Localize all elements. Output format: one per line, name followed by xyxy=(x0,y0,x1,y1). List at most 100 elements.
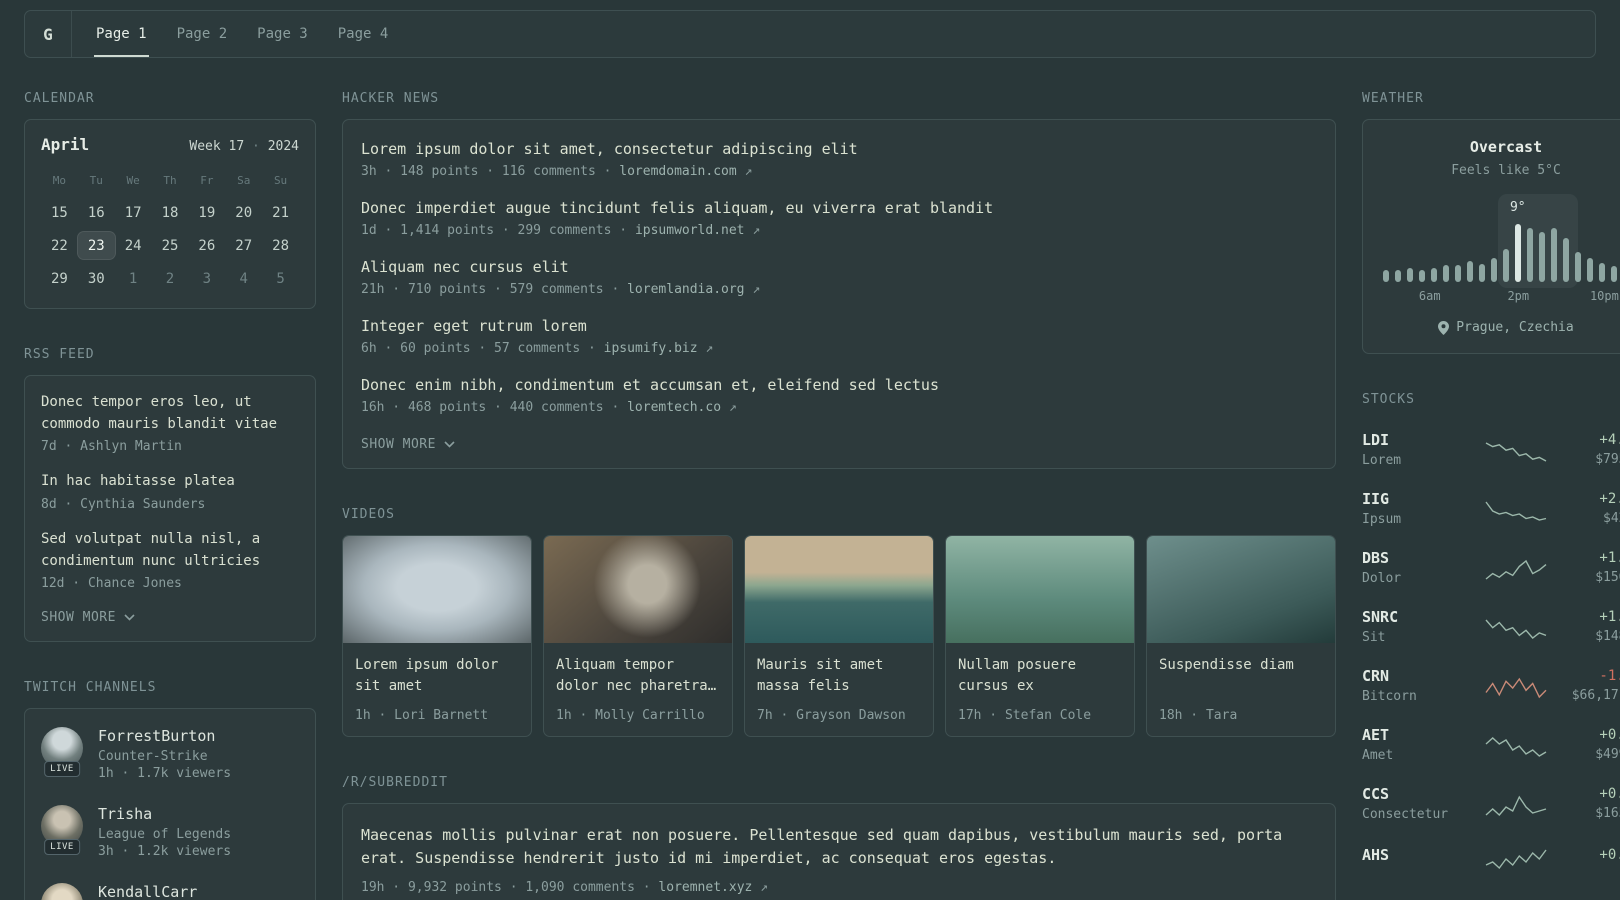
video-caption: Lorem ipsum dolor sit amet consectetu… 1h… xyxy=(343,643,531,736)
hn-item-title[interactable]: Lorem ipsum dolor sit amet, consectetur … xyxy=(361,140,1317,158)
hn-item-title[interactable]: Donec imperdiet augue tincidunt felis al… xyxy=(361,199,1317,217)
app-logo[interactable]: G xyxy=(25,11,72,57)
video-title[interactable]: Nullam posuere cursus ex xyxy=(958,655,1122,697)
videos-widget: VIDEOS Lorem ipsum dolor sit amet consec… xyxy=(342,507,1336,737)
external-link-icon: ↗ xyxy=(752,223,761,238)
stock-row[interactable]: IIG Ipsum +2.84% $42.04 xyxy=(1362,479,1620,538)
rss-item-title[interactable]: Donec tempor eros leo, ut commodo mauris… xyxy=(41,392,299,435)
weather-bar xyxy=(1491,258,1497,282)
video-thumbnail[interactable] xyxy=(946,536,1134,643)
weather-current-temp: 9° xyxy=(1509,200,1526,215)
tab-page-1[interactable]: Page 1 xyxy=(94,11,149,57)
calendar-date: 23 xyxy=(77,232,115,259)
twitch-channel-name[interactable]: ForrestBurton xyxy=(98,727,231,745)
video-thumbnail[interactable] xyxy=(343,536,531,643)
weather-bars xyxy=(1383,224,1620,282)
tab-page-4[interactable]: Page 4 xyxy=(336,11,391,57)
stock-ticker[interactable]: AHS xyxy=(1362,846,1474,864)
subreddit-post-title[interactable]: Maecenas mollis pulvinar erat non posuer… xyxy=(361,824,1317,871)
video-card[interactable]: Mauris sit amet massa felis 7h · Grayson … xyxy=(744,535,934,737)
tab-page-2[interactable]: Page 2 xyxy=(175,11,230,57)
rss-card: Donec tempor eros leo, ut commodo mauris… xyxy=(24,375,316,643)
stock-ticker[interactable]: SNRC xyxy=(1362,608,1474,626)
hn-item-domain[interactable]: loremlandia.org xyxy=(627,282,752,297)
subreddit-post-domain[interactable]: loremnet.xyz xyxy=(658,880,752,895)
weather-bar xyxy=(1443,265,1449,282)
video-thumbnail[interactable] xyxy=(1147,536,1335,643)
video-title[interactable]: Lorem ipsum dolor sit amet consectetu… xyxy=(355,655,519,697)
video-caption: Mauris sit amet massa felis 7h · Grayson … xyxy=(745,643,933,736)
twitch-channel-name[interactable]: Trisha xyxy=(98,805,231,823)
video-card[interactable]: Aliquam tempor dolor nec pharetra… 1h · M… xyxy=(543,535,733,737)
rss-item-title[interactable]: Sed volutpat nulla nisl, a condimentum n… xyxy=(41,529,299,572)
video-card[interactable]: Nullam posuere cursus ex 17h · Stefan Col… xyxy=(945,535,1135,737)
stock-ticker[interactable]: CCS xyxy=(1362,785,1474,803)
twitch-channel[interactable]: LIVE KendallCarr xyxy=(41,883,299,900)
tab-page-3[interactable]: Page 3 xyxy=(255,11,310,57)
stock-row[interactable]: AHS +0.46% xyxy=(1362,833,1620,881)
stock-ticker[interactable]: IIG xyxy=(1362,490,1474,508)
weather-bar xyxy=(1455,265,1461,282)
stock-name: Sit xyxy=(1362,630,1386,645)
twitch-channel-info: Trisha League of Legends 3h · 1.2k viewers xyxy=(98,805,231,859)
video-meta: 18h · Tara xyxy=(1159,708,1238,723)
rss-show-more-button[interactable]: SHOW MORE xyxy=(41,610,135,625)
stock-row[interactable]: SNRC Sit +1.36% $148.64 xyxy=(1362,597,1620,656)
hn-item-domain[interactable]: loremdomain.com xyxy=(619,164,744,179)
dashboard-page: G Page 1 Page 2 Page 3 Page 4 CALENDAR Apri… xyxy=(0,0,1620,900)
rss-item: Donec tempor eros leo, ut commodo mauris… xyxy=(41,392,299,454)
calendar-date: 22 xyxy=(50,237,68,254)
subreddit-widget: /R/SUBREDDIT Maecenas mollis pulvinar er… xyxy=(342,775,1336,900)
weather-bar xyxy=(1539,232,1545,282)
video-card[interactable]: Suspendisse diam 18h · Tara xyxy=(1146,535,1336,737)
video-title[interactable]: Aliquam tempor dolor nec pharetra… xyxy=(556,655,720,697)
calendar-day-header: We xyxy=(126,174,140,187)
weather-bar xyxy=(1551,228,1557,282)
video-thumbnail[interactable] xyxy=(745,536,933,643)
left-column: CALENDAR April Week 17 · 2024 Mo Tu We Th Fr… xyxy=(24,91,316,900)
right-column: WEATHER Overcast Feels like 5°C 9° 6am 2… xyxy=(1362,91,1620,900)
stock-price: $148.64 xyxy=(1595,629,1620,644)
external-link-icon: ↗ xyxy=(760,879,768,895)
hn-item-title[interactable]: Aliquam nec cursus elit xyxy=(361,258,1317,276)
calendar-day-header: Sa xyxy=(237,174,251,187)
chevron-down-icon xyxy=(444,441,455,448)
twitch-channel-name[interactable]: KendallCarr xyxy=(98,883,197,900)
hn-item-meta: 16h · 468 points · 440 comments · loremt… xyxy=(361,400,737,415)
section-title-hacker-news: HACKER NEWS xyxy=(342,91,440,106)
weather-time-label: 2pm xyxy=(1507,289,1530,303)
video-thumbnail[interactable] xyxy=(544,536,732,643)
stock-price: $499.72 xyxy=(1595,747,1620,762)
stock-ticker[interactable]: CRN xyxy=(1362,667,1474,685)
hn-item-domain[interactable]: ipsumify.biz xyxy=(604,341,706,356)
hn-item-title[interactable]: Donec enim nibh, condimentum et accumsan… xyxy=(361,376,1317,394)
stock-change: -1.00% xyxy=(1599,668,1620,684)
twitch-channel[interactable]: LIVE Trisha League of Legends 3h · 1.2k vie… xyxy=(41,805,299,859)
hn-item-domain[interactable]: loremtech.co xyxy=(627,400,729,415)
stock-row[interactable]: CRN Bitcorn -1.00% $66,171.48 xyxy=(1362,656,1620,715)
stock-sparkline xyxy=(1485,559,1547,580)
stock-row[interactable]: DBS Dolor +1.42% $156.28 xyxy=(1362,538,1620,597)
stock-change: +0.51% xyxy=(1599,786,1620,802)
weather-time-label: 6am xyxy=(1418,289,1441,303)
rss-item-title[interactable]: In hac habitasse platea xyxy=(41,471,299,493)
video-title[interactable]: Suspendisse diam xyxy=(1159,655,1323,697)
weather-feels-like: Feels like 5°C xyxy=(1451,163,1561,178)
twitch-channel[interactable]: LIVE ForrestBurton Counter-Strike 1h · 1.7k… xyxy=(41,727,299,781)
stock-change: +2.84% xyxy=(1599,491,1620,507)
weather-time-labels: 6am 2pm 10pm xyxy=(1383,289,1620,304)
stock-info: SNRC Sit xyxy=(1362,608,1474,645)
stock-row[interactable]: LDI Lorem +4.35% $795.18 xyxy=(1362,420,1620,479)
stock-row[interactable]: CCS Consectetur +0.51% $165.84 xyxy=(1362,774,1620,833)
stock-row[interactable]: AET Amet +0.92% $499.72 xyxy=(1362,715,1620,774)
hn-show-more-button[interactable]: SHOW MORE xyxy=(361,437,455,452)
stock-ticker[interactable]: AET xyxy=(1362,726,1474,744)
stock-ticker[interactable]: LDI xyxy=(1362,431,1474,449)
hn-item: Lorem ipsum dolor sit amet, consectetur … xyxy=(361,140,1317,179)
stock-ticker[interactable]: DBS xyxy=(1362,549,1474,567)
hn-item-title[interactable]: Integer eget rutrum lorem xyxy=(361,317,1317,335)
video-card[interactable]: Lorem ipsum dolor sit amet consectetu… 1h… xyxy=(342,535,532,737)
hn-item-domain[interactable]: ipsumworld.net xyxy=(635,223,752,238)
video-title[interactable]: Mauris sit amet massa felis xyxy=(757,655,921,697)
calendar-week-label: Week 17 · 2024 xyxy=(189,139,299,154)
